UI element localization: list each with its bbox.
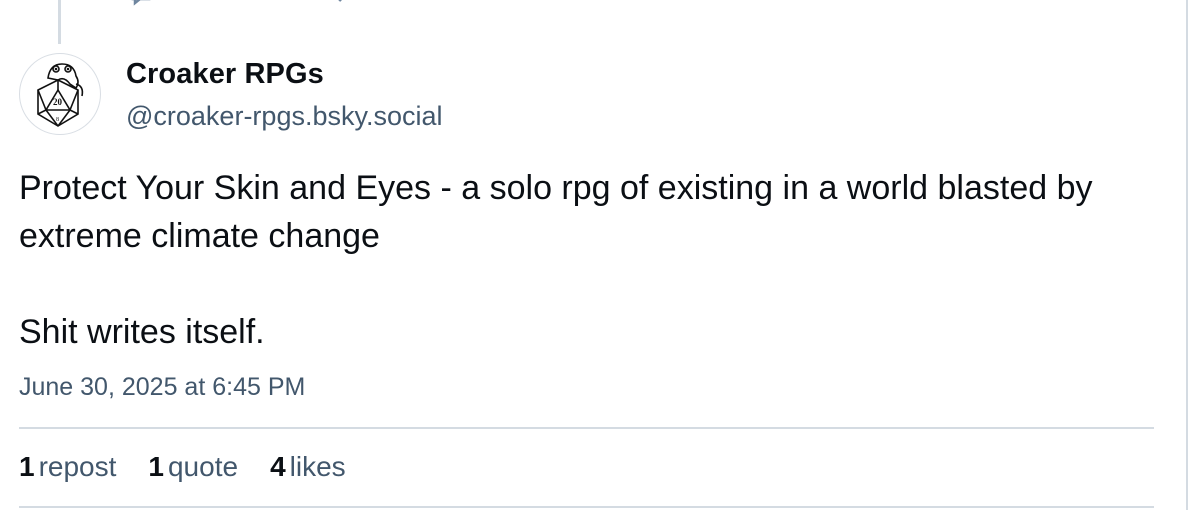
- stat-count: 1: [148, 451, 164, 482]
- repost-icon[interactable]: [335, 0, 361, 6]
- post-timestamp[interactable]: June 30, 2025 at 6:45 PM: [19, 373, 305, 402]
- thread-line: [58, 0, 61, 44]
- stat-label: repost: [38, 451, 117, 482]
- stat-count: 4: [270, 451, 286, 482]
- d20-frog-logo-icon: 20 8: [37, 63, 84, 127]
- likes-count-link[interactable]: 4 likes: [270, 451, 346, 483]
- engagement-stats: 1 repost 1 quote 4 likes: [19, 451, 378, 483]
- post-paragraph: Protect Your Skin and Eyes - a solo rpg …: [19, 169, 1093, 255]
- bookmark-icon[interactable]: [768, 0, 794, 6]
- stat-label: quote: [167, 451, 239, 482]
- post-paragraph: Shit writes itself.: [19, 313, 265, 351]
- author-display-name[interactable]: Croaker RPGs: [126, 58, 324, 91]
- like-icon-filled[interactable]: [545, 0, 615, 6]
- divider: [19, 427, 1154, 429]
- post-text: Protect Your Skin and Eyes - a solo rpg …: [19, 164, 1169, 356]
- right-border: [1186, 0, 1188, 510]
- quote-count-link[interactable]: 1 quote: [148, 451, 238, 483]
- repost-count-link[interactable]: 1 repost: [19, 451, 116, 483]
- reply-icon[interactable]: [127, 0, 153, 6]
- svg-text:20: 20: [53, 97, 63, 107]
- stat-count: 1: [19, 451, 35, 482]
- author-handle[interactable]: @croaker-rpgs.bsky.social: [126, 101, 443, 132]
- divider: [19, 506, 1154, 508]
- svg-text:8: 8: [56, 117, 59, 123]
- avatar[interactable]: 20 8: [19, 53, 101, 135]
- stat-label: likes: [289, 451, 346, 482]
